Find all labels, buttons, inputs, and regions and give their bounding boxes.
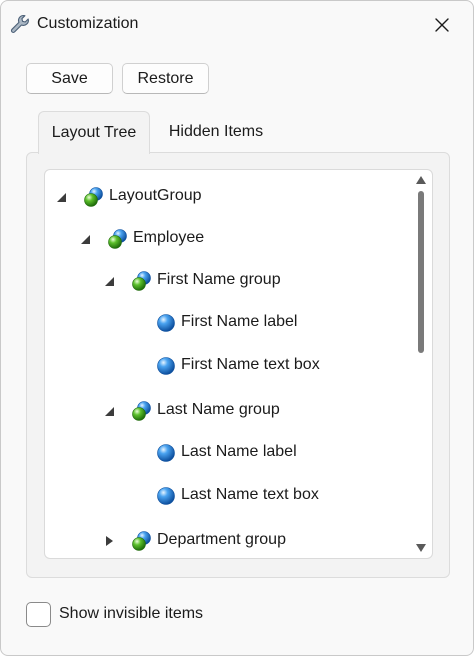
expanded-triangle-icon[interactable]: [79, 233, 91, 245]
show-invisible-checkbox[interactable]: [26, 602, 51, 627]
layout-group-icon: [132, 401, 151, 421]
layout-group-icon: [84, 187, 103, 207]
expanded-triangle-icon[interactable]: [55, 191, 67, 203]
layout-item-icon: [157, 444, 175, 462]
tree-node-label: First Name group: [157, 271, 281, 288]
tree-node-first-name-group[interactable]: First Name group: [45, 266, 405, 296]
tab-hidden-items[interactable]: Hidden Items: [159, 111, 273, 153]
save-button[interactable]: Save: [26, 63, 113, 94]
tree-node-department-group[interactable]: Department group: [45, 526, 405, 556]
tab-layout-tree[interactable]: Layout Tree: [38, 111, 150, 154]
tree-node-last-name-group[interactable]: Last Name group: [45, 396, 405, 426]
tree-node-layoutgroup[interactable]: LayoutGroup: [45, 182, 405, 212]
tree-node-first-name-label[interactable]: First Name label: [45, 308, 405, 338]
layout-item-icon: [157, 314, 175, 332]
title-bar: Customization: [1, 1, 473, 47]
tree-node-label: Last Name text box: [181, 486, 319, 503]
scroll-up-arrow-icon[interactable]: [415, 175, 427, 185]
layout-group-icon: [108, 229, 127, 249]
tree-node-last-name-label[interactable]: Last Name label: [45, 438, 405, 468]
layout-item-icon: [157, 487, 175, 505]
layout-group-icon: [132, 531, 151, 551]
tree-node-label: First Name label: [181, 313, 298, 330]
scroll-thumb[interactable]: [418, 191, 424, 353]
close-icon: [435, 18, 449, 32]
tree-node-first-name-text-box[interactable]: First Name text box: [45, 351, 405, 381]
tree-node-last-name-text-box[interactable]: Last Name text box: [45, 481, 405, 511]
collapsed-triangle-icon[interactable]: [103, 535, 115, 547]
wrench-icon: [10, 14, 29, 33]
tree-node-label: First Name text box: [181, 356, 320, 373]
scroll-down-arrow-icon[interactable]: [415, 543, 427, 553]
layout-tree[interactable]: LayoutGroup Employee First Name group First…: [44, 169, 433, 559]
tree-node-label: Employee: [133, 229, 205, 246]
expanded-triangle-icon[interactable]: [103, 405, 115, 417]
window-title: Customization: [37, 15, 139, 32]
tree-node-label: Last Name group: [157, 401, 280, 418]
show-invisible-label: Show invisible items: [59, 605, 204, 622]
tree-node-label: Department group: [157, 531, 286, 548]
close-button[interactable]: [425, 9, 459, 41]
layout-item-icon: [157, 357, 175, 375]
customization-window: Customization Save Restore Layout Tree H…: [0, 0, 474, 656]
tree-node-label: Last Name label: [181, 443, 297, 460]
tree-node-label: LayoutGroup: [109, 187, 202, 204]
restore-button[interactable]: Restore: [122, 63, 209, 94]
layout-group-icon: [132, 271, 151, 291]
tree-node-employee[interactable]: Employee: [45, 224, 405, 254]
expanded-triangle-icon[interactable]: [103, 275, 115, 287]
tree-scrollbar[interactable]: [413, 173, 429, 557]
